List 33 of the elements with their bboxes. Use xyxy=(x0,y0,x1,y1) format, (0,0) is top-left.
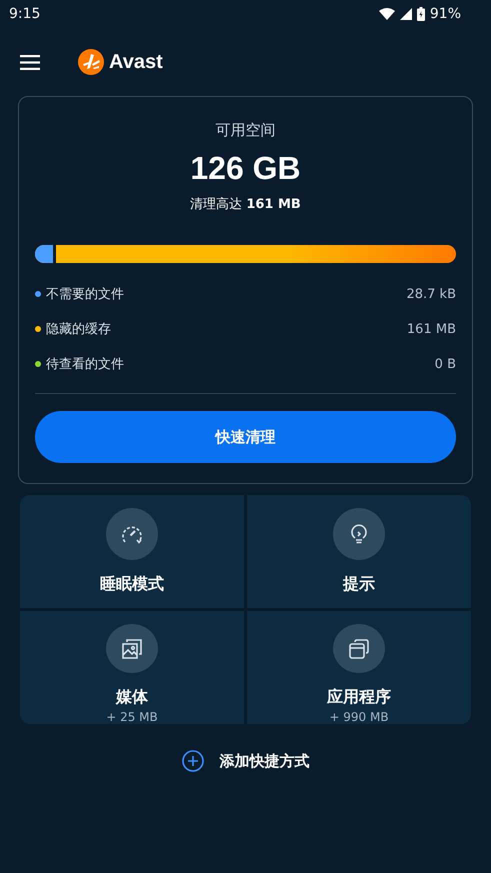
free-space-value: 126 GB xyxy=(189,150,302,187)
category-size: 28.7 kB xyxy=(406,286,456,302)
category-name: 隐藏的缓存 xyxy=(46,321,112,338)
app-name: Avast xyxy=(109,50,163,74)
feature-tile[interactable]: 睡眠模式 xyxy=(20,495,244,608)
battery-icon xyxy=(416,7,425,21)
logo-icon xyxy=(78,49,104,75)
tile-title: 应用程序 xyxy=(327,687,391,708)
feature-tile[interactable]: 提示 xyxy=(247,495,471,608)
category-name: 待查看的文件 xyxy=(46,356,125,373)
wifi-icon xyxy=(378,8,395,20)
lightbulb-icon xyxy=(349,523,369,545)
category-size: 161 MB xyxy=(406,322,456,336)
status-time: 9:15 xyxy=(9,6,40,22)
signal-icon xyxy=(400,8,412,20)
feature-tile[interactable]: 媒体 + 25 MB xyxy=(20,611,244,724)
plus-circle-icon xyxy=(182,750,204,772)
battery-level: 91% xyxy=(430,6,461,22)
images-icon xyxy=(121,638,143,660)
tile-subtitle: + 990 MB xyxy=(329,710,389,724)
tile-title: 睡眠模式 xyxy=(100,574,164,595)
menu-icon[interactable] xyxy=(20,54,40,70)
tile-subtitle: + 25 MB xyxy=(106,710,158,724)
quick-clean-button[interactable]: 快速清理 xyxy=(35,411,456,463)
feature-tile[interactable]: 应用程序 + 990 MB xyxy=(247,611,471,724)
category-name: 不需要的文件 xyxy=(46,286,125,303)
tile-title: 提示 xyxy=(343,574,375,595)
windows-icon xyxy=(348,638,370,660)
add-shortcut-link[interactable]: 添加快捷方式 xyxy=(182,750,310,772)
free-space-label: 可用空间 xyxy=(214,121,276,140)
tile-title: 媒体 xyxy=(116,687,148,708)
category-size: 0 B xyxy=(434,356,456,372)
cleanup-amount: 清理高达 161 MB xyxy=(189,196,302,213)
